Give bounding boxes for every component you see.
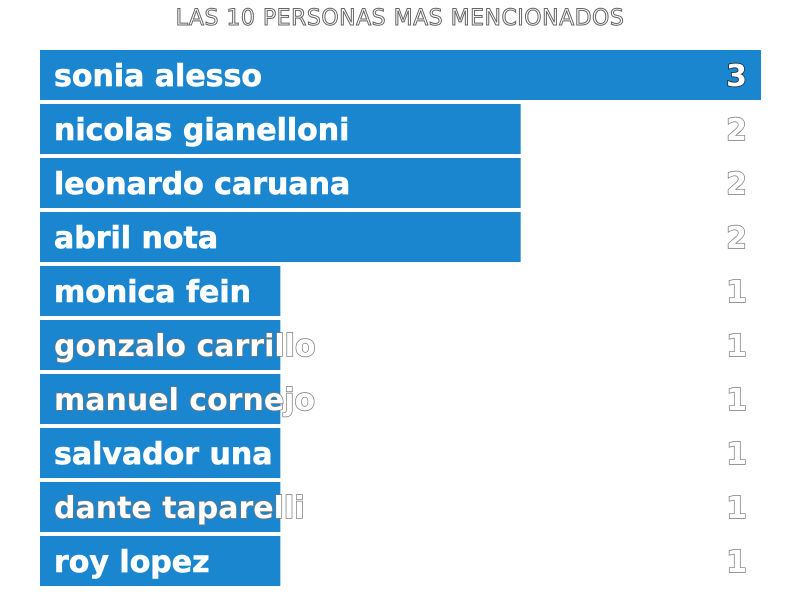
bar-value-label: 2: [726, 167, 747, 202]
bar-value-label: 1: [726, 437, 747, 472]
bar-value-label: 1: [726, 329, 747, 364]
bar-value-label: 1: [726, 491, 747, 526]
bar-category-label: gonzalo carrillo: [54, 329, 316, 364]
bar-value-label: 1: [726, 545, 747, 580]
bar-value-label: 2: [726, 113, 747, 148]
bar-category-label: sonia alesso: [54, 59, 262, 94]
bar-value-label: 3: [726, 59, 747, 94]
bar-category-label: abril nota: [54, 221, 218, 256]
bar-chart: sonia alesso 3 nicolas gianelloni 2 leonardo…: [40, 50, 761, 586]
bar-category-label: salvador una: [54, 437, 272, 472]
bar-category-label: nicolas gianelloni: [54, 113, 349, 148]
bar-category-label: manuel cornejo: [54, 383, 315, 418]
bar-category-label: leonardo caruana: [54, 167, 350, 202]
bar-value-label: 1: [726, 275, 747, 310]
bar-value-label: 1: [726, 383, 747, 418]
bar-category-label: dante taparelli: [54, 491, 305, 526]
bar-category-label: monica fein: [54, 275, 251, 310]
bar-category-label: roy lopez: [54, 545, 210, 580]
bar-value-label: 2: [726, 221, 747, 256]
